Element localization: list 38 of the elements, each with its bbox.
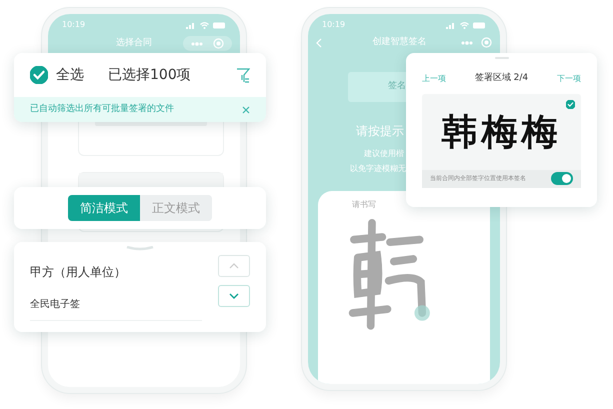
sheet-hint: 请书写 [352, 199, 377, 211]
party-label: 甲方（用人单位） [30, 264, 127, 281]
drag-handle-icon[interactable] [126, 246, 154, 251]
status-time: 10:19 [322, 19, 346, 31]
mode-tab[interactable]: 简洁模式 [68, 195, 140, 221]
battery-icon [473, 22, 486, 28]
close-target-icon[interactable] [213, 38, 224, 49]
hint-line: 以免字迹模糊无 [350, 162, 406, 174]
signal-icon [446, 22, 456, 28]
more-icon[interactable] [461, 40, 473, 45]
wifi-icon [200, 22, 209, 28]
chevron-down-icon [229, 293, 239, 299]
wifi-icon [460, 22, 469, 28]
chevron-up-icon [229, 263, 239, 269]
screen-title: 创建智慧签名 [372, 36, 428, 49]
select-all-checkbox[interactable] [30, 66, 48, 84]
signature-check[interactable] [566, 100, 575, 108]
more-icon[interactable] [191, 42, 203, 46]
signature-text: 韩梅梅 [442, 110, 562, 154]
hint-title: 请按提示 [356, 122, 404, 140]
battery-icon [213, 22, 226, 28]
party-value: 全民电子签 [30, 297, 202, 321]
next-link[interactable]: 下一项 [556, 72, 581, 85]
back-icon[interactable] [316, 38, 322, 48]
notice-text: 已自动筛选出所有可批量签署的文件 [30, 102, 174, 116]
status-time: 10:19 [62, 19, 86, 31]
screen-title: 选择合同 [116, 36, 152, 50]
select-all-label[interactable]: 全选 [56, 64, 84, 86]
signal-icon [186, 22, 196, 28]
selected-count: 已选择100项 [108, 66, 191, 84]
up-button[interactable] [218, 255, 250, 277]
apply-all-toggle[interactable] [551, 172, 573, 185]
filter-icon[interactable] [236, 66, 250, 84]
area-counter: 签署区域 2/4 [474, 72, 528, 85]
close-target-icon[interactable] [481, 37, 492, 48]
close-icon[interactable] [242, 106, 250, 114]
down-button[interactable] [218, 285, 250, 307]
hint-line: 建议使用楷 [364, 148, 404, 160]
